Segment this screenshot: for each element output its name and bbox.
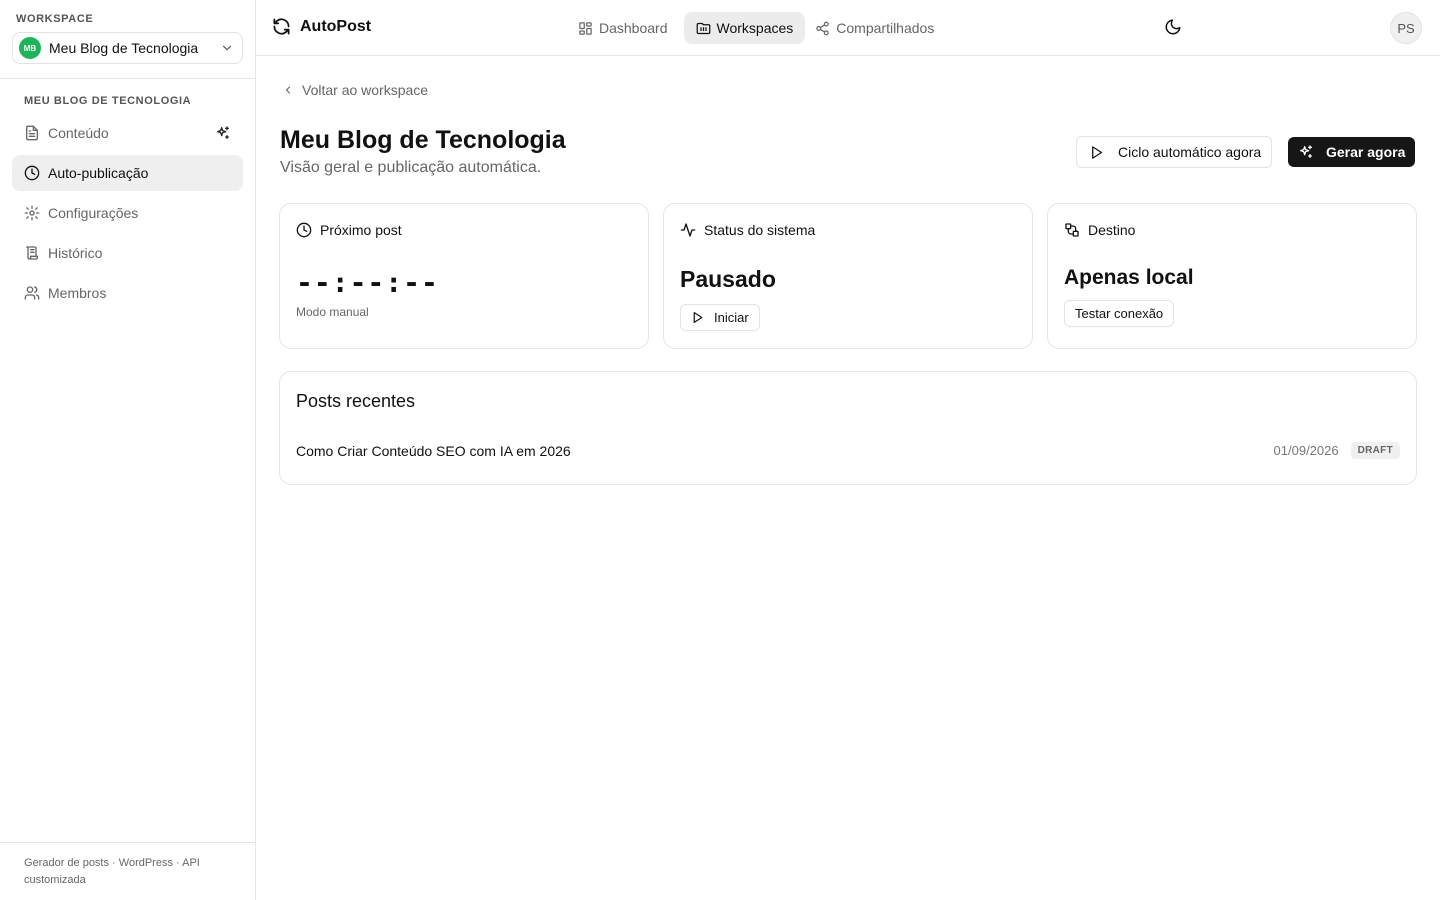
nav-label: Dashboard: [599, 20, 668, 36]
sidebar-item-membros[interactable]: Membros: [12, 275, 243, 311]
document-icon: [24, 125, 40, 141]
sidebar: WORKSPACE MB Meu Blog de Tecnologia MEU …: [0, 0, 256, 900]
top-bar: AutoPost Dashboard Workspaces Compartilh…: [256, 0, 1440, 56]
moon-icon: [1164, 18, 1182, 36]
workspace-name: Meu Blog de Tecnologia: [49, 40, 199, 56]
card-header: Status do sistema: [680, 222, 815, 238]
page-subtitle: Visão geral e publicação automática.: [280, 159, 542, 176]
back-label: Voltar ao workspace: [302, 82, 429, 98]
card-title: Destino: [1088, 222, 1136, 238]
status-badge: DRAFT: [1350, 442, 1400, 459]
nav-label: Workspaces: [716, 20, 794, 36]
generate-now-label: Gerar agora: [1326, 144, 1406, 160]
refresh-icon: [272, 17, 291, 36]
sidebar-nav: MEU BLOG DE TECNOLOGIA Conteúdo Auto-pub…: [0, 79, 255, 331]
auto-cycle-button[interactable]: Ciclo automático agora: [1076, 136, 1273, 168]
sidebar-item-label: Conteúdo: [48, 125, 109, 141]
nav-compartilhados[interactable]: Compartilhados: [809, 12, 946, 44]
page-title: Meu Blog de Tecnologia: [280, 126, 566, 154]
chevron-left-icon: [282, 84, 294, 96]
start-button[interactable]: Iniciar: [680, 304, 760, 331]
sidebar-item-historico[interactable]: Histórico: [12, 235, 243, 271]
recent-posts-title: Posts recentes: [296, 391, 416, 411]
status-value: Pausado: [680, 266, 776, 292]
generate-now-button[interactable]: Gerar agora: [1288, 137, 1416, 167]
sidebar-item-conteudo[interactable]: Conteúdo: [12, 115, 243, 151]
mode-label: Modo manual: [296, 305, 369, 319]
workspace-selector[interactable]: MB Meu Blog de Tecnologia: [12, 32, 243, 64]
nav-workspaces[interactable]: Workspaces: [683, 12, 806, 44]
list-item[interactable]: Como Criar Conteúdo SEO com IA em 2026 0…: [296, 442, 1400, 459]
users-icon: [24, 285, 40, 301]
top-nav: Dashboard Workspaces Compartilhados: [572, 12, 946, 44]
destination-value: Apenas local: [1064, 266, 1194, 289]
card-header: Destino: [1064, 222, 1135, 238]
main-content: Voltar ao workspace Meu Blog de Tecnolog…: [256, 56, 1440, 900]
sidebar-item-configuracoes[interactable]: Configurações: [12, 195, 243, 231]
brand[interactable]: AutoPost: [272, 17, 371, 36]
recent-posts-card: Posts recentes Como Criar Conteúdo SEO c…: [279, 371, 1417, 485]
sidebar-item-auto-publicacao[interactable]: Auto-publicação: [12, 155, 243, 191]
chevron-down-icon: [220, 41, 234, 55]
countdown-timer: --:--:--: [296, 266, 439, 299]
test-connection-label: Testar conexão: [1075, 306, 1164, 321]
nav-dashboard[interactable]: Dashboard: [572, 12, 680, 44]
user-avatar[interactable]: PS: [1390, 12, 1422, 44]
next-post-card: Próximo post --:--:-- Modo manual: [279, 203, 649, 349]
dashboard-icon: [578, 21, 593, 36]
card-title: Próximo post: [320, 222, 402, 238]
workspace-avatar: MB: [19, 37, 41, 59]
sidebar-item-label: Membros: [48, 285, 107, 301]
nav-label: Compartilhados: [836, 20, 935, 36]
sidebar-footer: Gerador de posts · WordPress · API custo…: [0, 842, 255, 900]
workspace-block: WORKSPACE MB Meu Blog de Tecnologia: [0, 0, 255, 79]
brand-name: AutoPost: [300, 17, 372, 35]
gear-icon: [24, 205, 40, 221]
post-date: 01/09/2026: [1273, 443, 1339, 458]
sparkles-icon: [1298, 144, 1314, 160]
test-connection-button[interactable]: Testar conexão: [1064, 300, 1175, 327]
card-header: Próximo post: [296, 222, 402, 238]
sidebar-item-label: Histórico: [48, 245, 103, 261]
auto-cycle-label: Ciclo automático agora: [1118, 144, 1262, 160]
sparkles-icon[interactable]: [215, 125, 231, 141]
workspace-label: WORKSPACE: [16, 13, 94, 25]
clock-icon: [296, 222, 312, 238]
back-link[interactable]: Voltar ao workspace: [282, 82, 428, 98]
sidebar-item-label: Configurações: [48, 205, 139, 221]
destination-card: Destino Apenas local Testar conexão: [1047, 203, 1417, 349]
clock-icon: [24, 165, 40, 181]
folder-icon: [696, 21, 711, 36]
share-icon: [815, 21, 830, 36]
activity-icon: [680, 222, 696, 238]
card-title: Status do sistema: [704, 222, 816, 238]
play-icon: [1089, 145, 1104, 160]
system-status-card: Status do sistema Pausado Iniciar: [663, 203, 1033, 349]
play-icon: [691, 311, 704, 324]
scroll-icon: [24, 245, 40, 261]
start-label: Iniciar: [714, 310, 749, 325]
post-title: Como Criar Conteúdo SEO com IA em 2026: [296, 442, 571, 459]
plug-icon: [1064, 222, 1080, 238]
sidebar-item-label: Auto-publicação: [48, 165, 149, 181]
sidebar-section-heading: MEU BLOG DE TECNOLOGIA: [24, 95, 192, 107]
theme-toggle[interactable]: [1164, 18, 1182, 36]
